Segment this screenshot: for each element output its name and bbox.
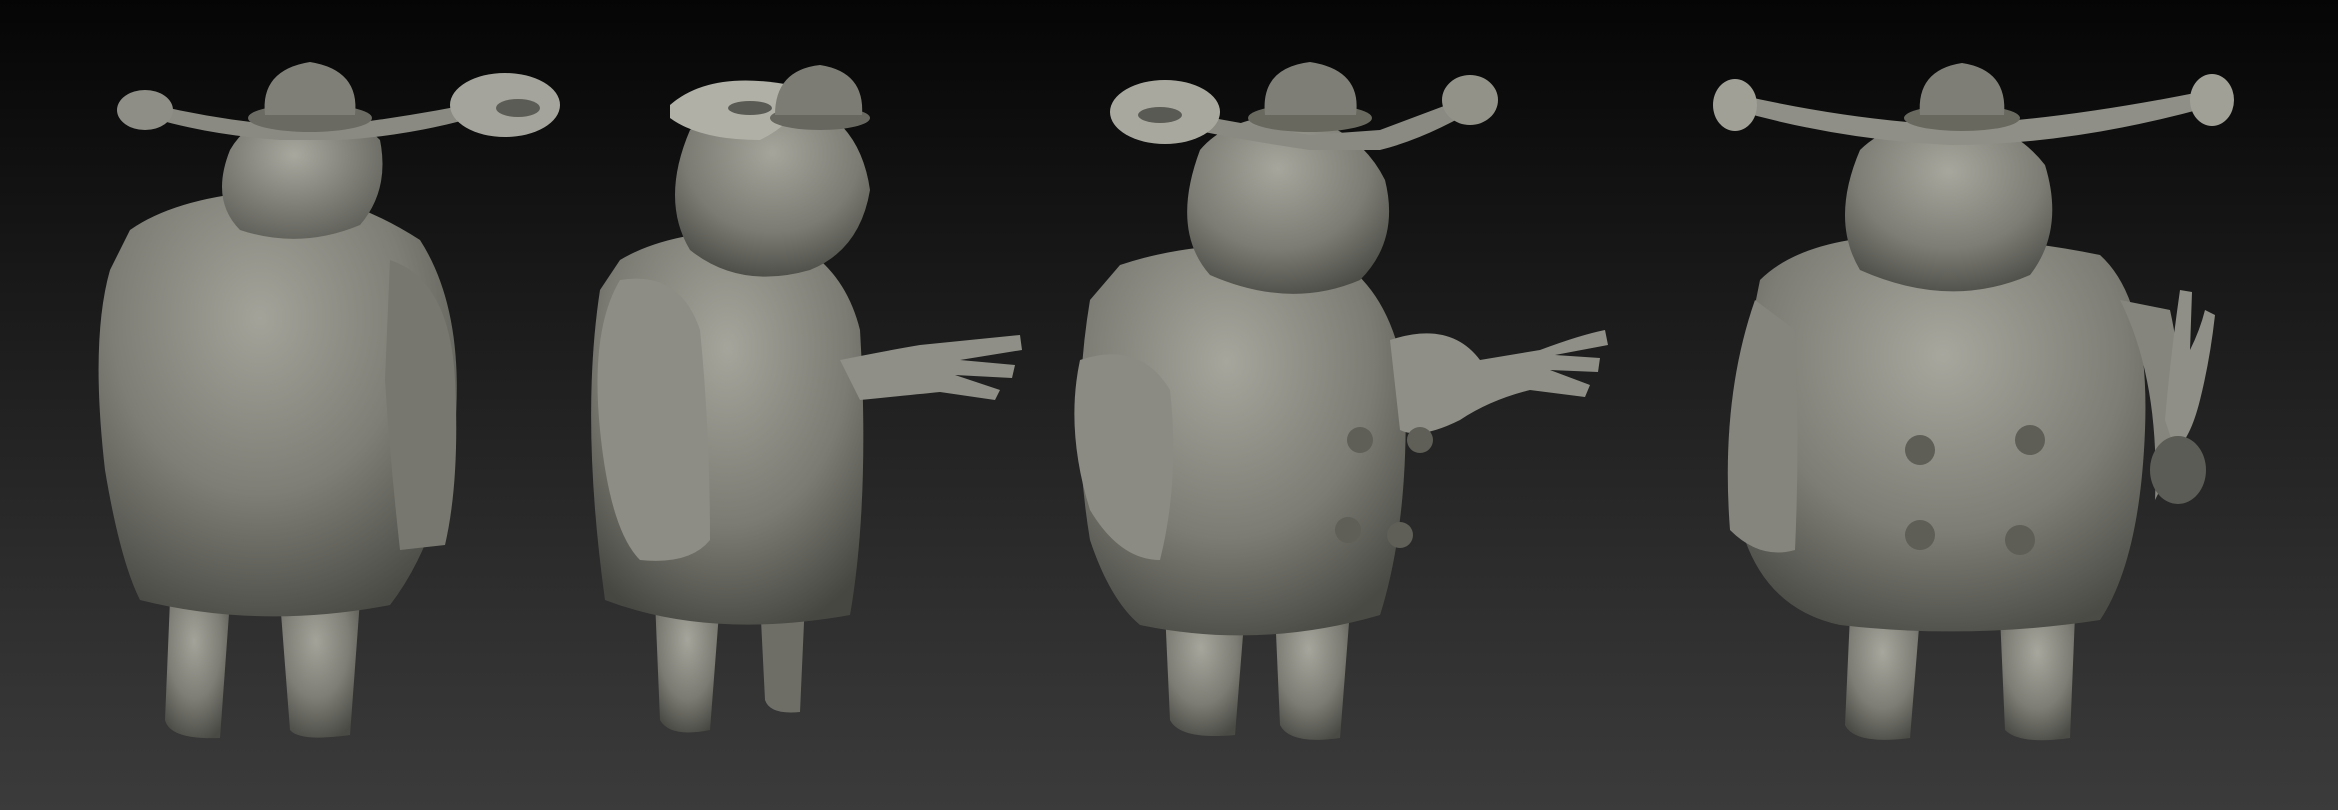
character-three-quarter-svg bbox=[1074, 62, 1608, 740]
character-back-view bbox=[60, 0, 580, 810]
character-front-svg bbox=[1713, 63, 2234, 741]
character-back-svg bbox=[98, 62, 560, 739]
character-side-svg bbox=[591, 65, 1022, 733]
character-front-view bbox=[1700, 0, 2280, 810]
character-side-view bbox=[560, 0, 1060, 810]
sculpt-viewport bbox=[0, 0, 2338, 810]
character-three-quarter-view bbox=[1060, 0, 1660, 810]
